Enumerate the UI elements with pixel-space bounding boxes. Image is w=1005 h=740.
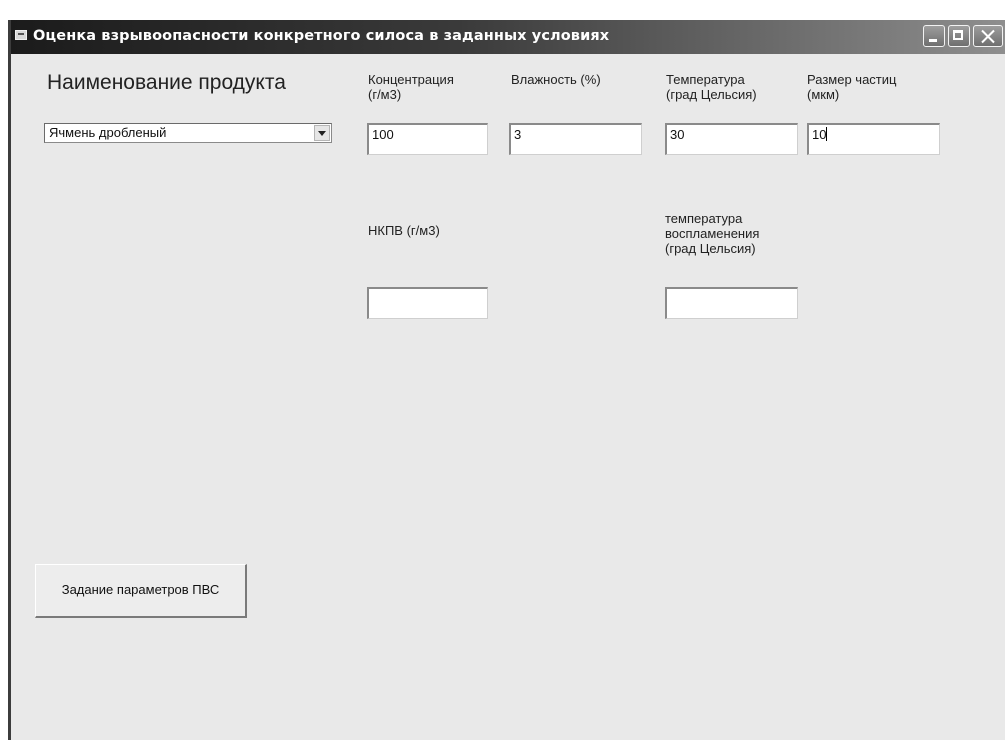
main-window: Оценка взрывоопасности конкретного силос…	[8, 20, 1005, 740]
temperature-input[interactable]: 30	[665, 123, 798, 155]
particle-size-input[interactable]: 10	[807, 123, 940, 155]
chevron-down-icon[interactable]	[314, 125, 330, 141]
minimize-icon[interactable]	[923, 25, 945, 47]
nkpv-output[interactable]	[367, 287, 488, 319]
ignition-temp-output[interactable]	[665, 287, 798, 319]
temperature-value: 30	[670, 127, 685, 142]
temperature-label: Температура (град Цельсия)	[666, 72, 757, 102]
humidity-value: 3	[514, 127, 522, 142]
window-title: Оценка взрывоопасности конкретного силос…	[33, 28, 610, 44]
particle-size-value: 10	[812, 127, 827, 142]
humidity-label: Влажность (%)	[511, 72, 601, 87]
particle-size-label: Размер частиц (мкм)	[807, 72, 897, 102]
maximize-icon[interactable]	[948, 25, 970, 47]
product-name-label: Наименование продукта	[47, 71, 286, 94]
humidity-input[interactable]: 3	[509, 123, 642, 155]
product-select[interactable]: Ячмень дробленый	[44, 123, 332, 143]
close-icon[interactable]	[973, 25, 1003, 47]
set-pvs-params-button[interactable]: Задание параметров ПВС	[35, 564, 247, 618]
nkpv-label: НКПВ (г/м3)	[368, 223, 440, 238]
product-select-value: Ячмень дробленый	[49, 125, 167, 140]
concentration-input[interactable]: 100	[367, 123, 488, 155]
app-window-icon[interactable]	[15, 30, 27, 40]
concentration-value: 100	[372, 127, 394, 142]
concentration-label: Концентрация (г/м3)	[368, 72, 454, 102]
text-caret	[826, 127, 828, 141]
title-bar[interactable]: Оценка взрывоопасности конкретного силос…	[11, 20, 1005, 54]
ignition-temp-label: температура воспламенения (град Цельсия)	[665, 211, 760, 256]
